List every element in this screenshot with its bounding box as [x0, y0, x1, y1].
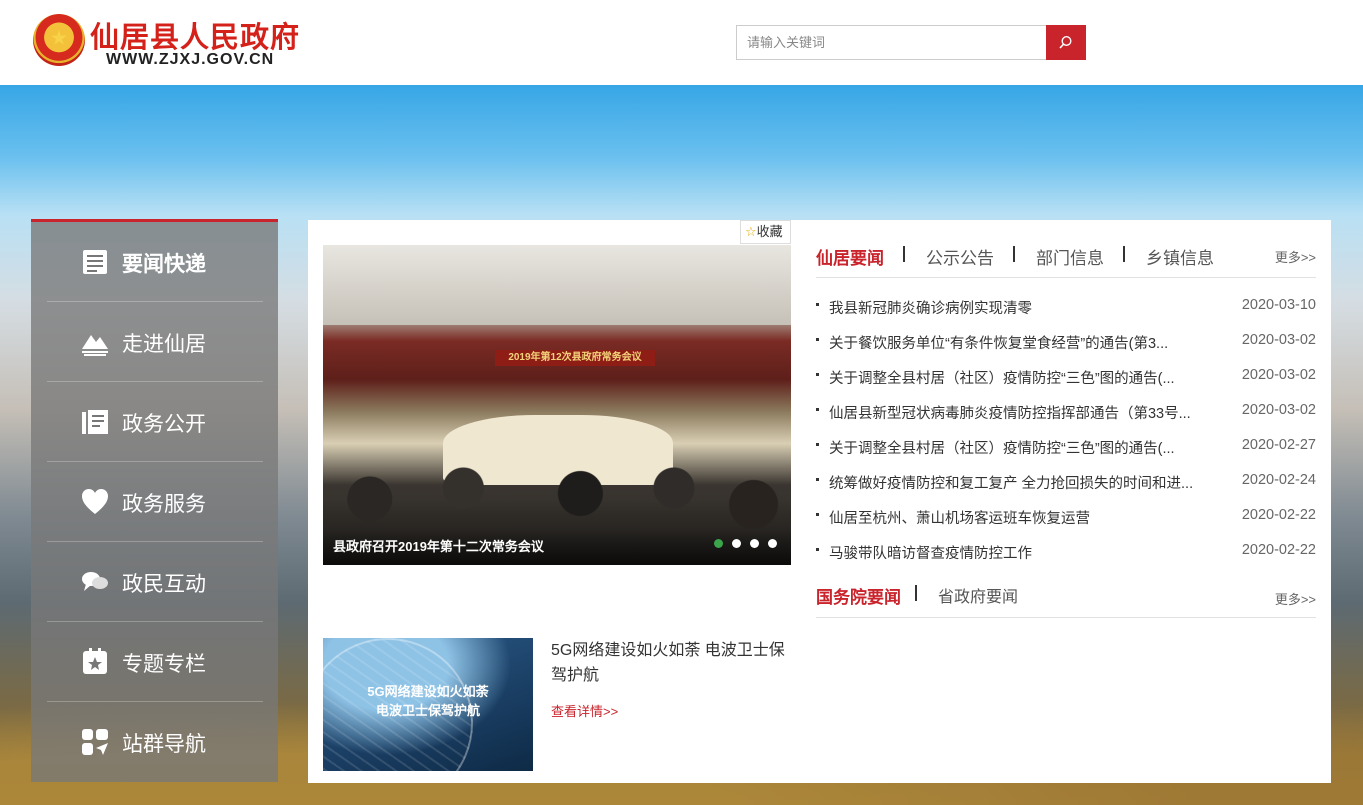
chat-bubbles-icon — [82, 572, 108, 591]
news-title[interactable]: 我县新冠肺炎确诊病例实现清零 — [829, 297, 1209, 318]
gov-tabs: 国务院要闻 省政府要闻 更多>> — [816, 577, 1316, 618]
slider-dot[interactable] — [750, 539, 759, 548]
nav-item-interaction[interactable]: 政民互动 — [47, 542, 263, 622]
nav-item-services[interactable]: 政务服务 — [47, 462, 263, 542]
news-date: 2020-03-02 — [1241, 367, 1316, 383]
document-list-icon — [82, 410, 108, 434]
side-nav: 要闻快递 走进仙居 政务公开 政务服务 政民互动 专题专栏 站群导航 — [31, 219, 278, 782]
nav-item-sites[interactable]: 站群导航 — [47, 702, 263, 782]
slider-meeting-banner: 2019年第12次县政府常务会议 — [495, 350, 655, 366]
news-item[interactable]: 关于调整全县村居（社区）疫情防控“三色”图的通告(... 2020-03-02 — [816, 360, 1316, 395]
slider-image-ceiling — [323, 245, 791, 325]
nav-item-open-gov[interactable]: 政务公开 — [47, 382, 263, 462]
news-title[interactable]: 仙居至杭州、萧山机场客运班车恢复运营 — [829, 507, 1209, 528]
news-more-link[interactable]: 更多>> — [1275, 247, 1316, 266]
news-tabs: 仙居要闻 公示公告 部门信息 乡镇信息 更多>> — [816, 242, 1316, 278]
bullet — [816, 373, 819, 376]
search-button[interactable] — [1046, 25, 1086, 60]
star-badge-icon — [83, 648, 107, 674]
news-title[interactable]: 仙居县新型冠状病毒肺炎疫情防控指挥部通告（第33号... — [829, 402, 1209, 423]
news-item[interactable]: 统筹做好疫情防控和复工复产 全力抢回损失的时间和进... 2020-02-24 — [816, 465, 1316, 500]
favorite-label: 收藏 — [756, 224, 783, 239]
bullet — [816, 548, 819, 551]
nav-label: 专题专栏 — [122, 653, 206, 676]
tab-separator — [1123, 246, 1125, 262]
bullet — [816, 408, 819, 411]
news-date: 2020-02-27 — [1241, 437, 1316, 453]
tab-township-info[interactable]: 乡镇信息 — [1146, 244, 1214, 269]
news-item[interactable]: 马骏带队暗访督查疫情防控工作 2020-02-22 — [816, 535, 1316, 570]
search-icon — [1059, 35, 1072, 49]
site-title[interactable]: 仙居县人民政府 — [90, 14, 300, 56]
tab-department-info[interactable]: 部门信息 — [1036, 244, 1104, 269]
slider-dot[interactable] — [768, 539, 777, 548]
tab-separator — [915, 585, 917, 601]
newspaper-icon — [83, 250, 107, 274]
bullet — [816, 338, 819, 341]
heart-icon — [82, 489, 108, 514]
search-input[interactable] — [736, 25, 1047, 60]
tab-announcements[interactable]: 公示公告 — [926, 244, 994, 269]
news-title[interactable]: 关于调整全县村居（社区）疫情防控“三色”图的通告(... — [829, 367, 1209, 388]
nav-item-about[interactable]: 走进仙居 — [47, 302, 263, 382]
feature-image[interactable]: 5G网络建设如火如荼 电波卫士保驾护航 — [323, 638, 533, 771]
feature-more-link[interactable]: 查看详情>> — [551, 701, 618, 720]
site-url: WWW.ZJXJ.GOV.CN — [106, 51, 275, 68]
national-emblem-icon — [33, 14, 85, 66]
bullet — [816, 478, 819, 481]
site-header: 仙居县人民政府 WWW.ZJXJ.GOV.CN — [0, 0, 1363, 85]
news-date: 2020-02-22 — [1241, 542, 1316, 558]
feature-image-line: 5G网络建设如火如荼 — [367, 684, 489, 699]
news-date: 2020-03-02 — [1241, 332, 1316, 348]
news-date: 2020-03-02 — [1241, 402, 1316, 418]
nav-item-special[interactable]: 专题专栏 — [47, 622, 263, 702]
star-icon: ☆ — [745, 224, 757, 239]
mountain-icon — [82, 335, 108, 356]
news-title[interactable]: 关于调整全县村居（社区）疫情防控“三色”图的通告(... — [829, 437, 1209, 458]
news-list: 我县新冠肺炎确诊病例实现清零 2020-03-10 关于餐饮服务单位“有条件恢复堂… — [816, 290, 1316, 570]
bullet — [816, 303, 819, 306]
main-panel: ☆收藏 2019年第12次县政府常务会议 县政府召开2019年第十二次常务会议 … — [308, 220, 1331, 783]
feature-image-line: 电波卫士保驾护航 — [375, 703, 480, 718]
image-slider[interactable]: 2019年第12次县政府常务会议 县政府召开2019年第十二次常务会议 — [323, 245, 791, 565]
news-item[interactable]: 关于调整全县村居（社区）疫情防控“三色”图的通告(... 2020-02-27 — [816, 430, 1316, 465]
bullet — [816, 513, 819, 516]
news-item[interactable]: 仙居县新型冠状病毒肺炎疫情防控指挥部通告（第33号... 2020-03-02 — [816, 395, 1316, 430]
tab-provincial-news[interactable]: 省政府要闻 — [938, 583, 1018, 607]
nav-label: 政务公开 — [122, 413, 206, 436]
nav-label: 要闻快递 — [122, 253, 206, 276]
news-date: 2020-02-24 — [1241, 472, 1316, 488]
nav-label: 政民互动 — [122, 573, 206, 596]
nav-label: 站群导航 — [122, 733, 206, 756]
news-item[interactable]: 我县新冠肺炎确诊病例实现清零 2020-03-10 — [816, 290, 1316, 325]
favorite-button[interactable]: ☆收藏 — [740, 220, 791, 244]
nav-item-news[interactable]: 要闻快递 — [47, 222, 263, 302]
tab-state-council-news[interactable]: 国务院要闻 — [816, 583, 901, 608]
news-date: 2020-03-10 — [1241, 297, 1316, 313]
news-date: 2020-02-22 — [1241, 507, 1316, 523]
feature-title[interactable]: 5G网络建设如火如荼 电波卫士保驾护航 — [551, 638, 796, 688]
slider-dot[interactable] — [732, 539, 741, 548]
nav-label: 走进仙居 — [122, 333, 206, 356]
news-title[interactable]: 关于餐饮服务单位“有条件恢复堂食经营”的通告(第3... — [829, 332, 1209, 353]
gov-more-link[interactable]: 更多>> — [1275, 589, 1316, 608]
tab-separator — [1013, 246, 1015, 262]
slider-dot[interactable] — [714, 539, 723, 548]
tab-xianju-news[interactable]: 仙居要闻 — [816, 244, 884, 269]
grid-icon — [82, 729, 108, 755]
feature-image-text: 5G网络建设如火如荼 电波卫士保驾护航 — [323, 682, 533, 720]
nav-label: 政务服务 — [122, 493, 206, 516]
news-item[interactable]: 仙居至杭州、萧山机场客运班车恢复运营 2020-02-22 — [816, 500, 1316, 535]
slider-dots — [705, 535, 777, 553]
news-title[interactable]: 统筹做好疫情防控和复工复产 全力抢回损失的时间和进... — [829, 472, 1209, 493]
news-item[interactable]: 关于餐饮服务单位“有条件恢复堂食经营”的通告(第3... 2020-03-02 — [816, 325, 1316, 360]
tab-separator — [903, 246, 905, 262]
slider-caption[interactable]: 县政府召开2019年第十二次常务会议 — [333, 536, 544, 555]
news-title[interactable]: 马骏带队暗访督查疫情防控工作 — [829, 542, 1209, 563]
bullet — [816, 443, 819, 446]
